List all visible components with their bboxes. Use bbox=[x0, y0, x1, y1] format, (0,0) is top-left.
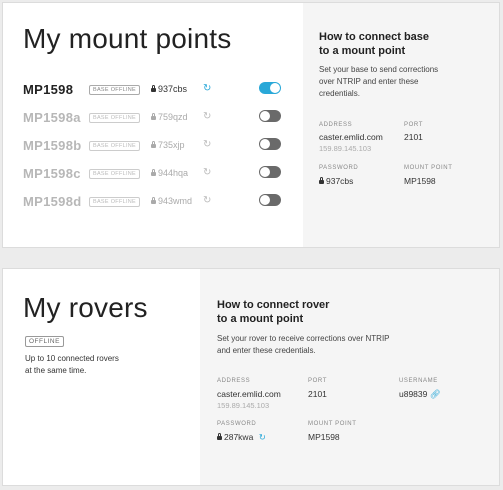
base-instructions-text: Set your base to send corrections over N… bbox=[319, 64, 438, 100]
toggle-knob bbox=[260, 195, 270, 205]
mount-point-password: 759qzd bbox=[151, 112, 188, 122]
refresh-icon[interactable]: ↻ bbox=[203, 139, 211, 150]
mount-point-row: MP1598 BASE OFFLINE 937cbs ↻ bbox=[23, 82, 293, 100]
mount-point-value: MP1598 bbox=[404, 176, 436, 186]
status-badge: OFFLINE bbox=[25, 336, 64, 347]
mount-point-row: MP1598b BASE OFFLINE 735xjp ↻ bbox=[23, 138, 293, 156]
password-text: 759qzd bbox=[158, 112, 188, 122]
title-line: How to connect base bbox=[319, 31, 430, 43]
lock-icon bbox=[151, 197, 156, 204]
password-value: 937cbs bbox=[319, 176, 353, 186]
password-text: 944hqa bbox=[158, 168, 189, 178]
port-value: 2101 bbox=[404, 132, 423, 142]
refresh-icon[interactable]: ↻ bbox=[203, 83, 211, 94]
mount-points-title: My mount points bbox=[23, 23, 232, 54]
toggle-knob bbox=[260, 167, 270, 177]
rover-instructions-panel: How to connect rover to a mount point Se… bbox=[200, 269, 499, 485]
address-label: ADDRESS bbox=[319, 122, 353, 128]
rovers-card: My rovers OFFLINE Up to 10 connected rov… bbox=[2, 268, 500, 486]
mount-point-name: MP1598 bbox=[23, 82, 74, 97]
mount-point-value: MP1598 bbox=[308, 432, 340, 442]
password-text: 943wmd bbox=[158, 196, 193, 206]
mount-point-name: MP1598c bbox=[23, 166, 81, 181]
base-status-badge: BASE OFFLINE bbox=[89, 197, 141, 207]
password-text: 287kwa bbox=[224, 432, 254, 442]
mount-point-name: MP1598a bbox=[23, 110, 81, 125]
desc-line: Set your rover to receive corrections ov… bbox=[217, 334, 390, 343]
password-label: PASSWORD bbox=[319, 165, 359, 171]
mount-point-password: 944hqa bbox=[151, 168, 188, 178]
mount-point-password: 735xjp bbox=[151, 140, 185, 150]
lock-icon bbox=[151, 85, 156, 92]
title-line: How to connect rover bbox=[217, 299, 330, 311]
note-line: Up to 10 connected rovers bbox=[25, 354, 119, 363]
toggle-knob bbox=[260, 111, 270, 121]
rover-instructions-text: Set your rover to receive corrections ov… bbox=[217, 333, 390, 357]
mount-point-toggle[interactable] bbox=[259, 194, 281, 206]
password-text: 937cbs bbox=[158, 84, 188, 94]
port-value: 2101 bbox=[308, 389, 327, 399]
mount-points-card: My mount points MP1598 BASE OFFLINE 937cbs… bbox=[2, 2, 500, 248]
mount-point-password: 943wmd bbox=[151, 196, 192, 206]
title-line: to a mount point bbox=[319, 45, 406, 57]
refresh-icon[interactable]: ↻ bbox=[203, 195, 211, 206]
address-value: caster.emlid.com bbox=[217, 389, 281, 399]
base-status-badge: BASE OFFLINE bbox=[89, 85, 141, 95]
base-status-badge: BASE OFFLINE bbox=[89, 169, 141, 179]
password-value: 287kwa ↻ bbox=[217, 432, 266, 443]
refresh-icon[interactable]: ↻ bbox=[203, 111, 211, 122]
mount-point-label: MOUNT POINT bbox=[404, 165, 453, 171]
link-icon[interactable]: 🔗︎ bbox=[430, 389, 441, 399]
mount-point-password: 937cbs bbox=[151, 84, 187, 94]
username-value: u89839 🔗︎ bbox=[399, 389, 441, 400]
ip-value: 159.89.145.103 bbox=[217, 401, 270, 410]
mount-point-name: MP1598b bbox=[23, 138, 82, 153]
toggle-knob bbox=[260, 139, 270, 149]
toggle-knob bbox=[270, 83, 280, 93]
base-instructions-panel: How to connect base to a mount point Set… bbox=[303, 3, 499, 247]
refresh-icon[interactable]: ↻ bbox=[259, 432, 266, 442]
mount-point-toggle[interactable] bbox=[259, 166, 281, 178]
note-line: at the same time. bbox=[25, 366, 87, 375]
port-label: PORT bbox=[404, 122, 423, 128]
address-label: ADDRESS bbox=[217, 378, 251, 384]
password-label: PASSWORD bbox=[217, 421, 257, 427]
lock-icon bbox=[319, 177, 324, 184]
desc-line: credentials. bbox=[319, 89, 360, 98]
lock-icon bbox=[151, 141, 156, 148]
title-line: to a mount point bbox=[217, 313, 304, 325]
ip-value: 159.89.145.103 bbox=[319, 144, 372, 153]
mount-point-toggle[interactable] bbox=[259, 110, 281, 122]
mount-point-toggle[interactable] bbox=[259, 82, 281, 94]
mount-point-row: MP1598a BASE OFFLINE 759qzd ↻ bbox=[23, 110, 293, 128]
mount-point-name: MP1598d bbox=[23, 194, 82, 209]
port-label: PORT bbox=[308, 378, 327, 384]
base-status-badge: BASE OFFLINE bbox=[89, 113, 141, 123]
base-status-badge: BASE OFFLINE bbox=[89, 141, 141, 151]
address-value: caster.emlid.com bbox=[319, 132, 383, 142]
desc-line: Set your base to send corrections bbox=[319, 65, 439, 74]
refresh-icon[interactable]: ↻ bbox=[203, 167, 211, 178]
mount-point-label: MOUNT POINT bbox=[308, 421, 357, 427]
mount-point-row: MP1598d BASE OFFLINE 943wmd ↻ bbox=[23, 194, 293, 212]
base-instructions-title: How to connect base to a mount point bbox=[319, 30, 429, 58]
username-text: u89839 bbox=[399, 389, 428, 399]
lock-icon bbox=[217, 433, 222, 440]
rovers-limit-note: Up to 10 connected rovers at the same ti… bbox=[25, 353, 145, 377]
lock-icon bbox=[151, 113, 156, 120]
password-text: 735xjp bbox=[158, 140, 185, 150]
username-label: USERNAME bbox=[399, 378, 438, 384]
desc-line: over NTRIP and enter these bbox=[319, 77, 419, 86]
lock-icon bbox=[151, 169, 156, 176]
mount-point-toggle[interactable] bbox=[259, 138, 281, 150]
rover-instructions-title: How to connect rover to a mount point bbox=[217, 298, 329, 326]
desc-line: and enter these credentials. bbox=[217, 346, 316, 355]
mount-point-row: MP1598c BASE OFFLINE 944hqa ↻ bbox=[23, 166, 293, 184]
password-text: 937cbs bbox=[326, 176, 354, 186]
rovers-title: My rovers bbox=[23, 292, 148, 323]
